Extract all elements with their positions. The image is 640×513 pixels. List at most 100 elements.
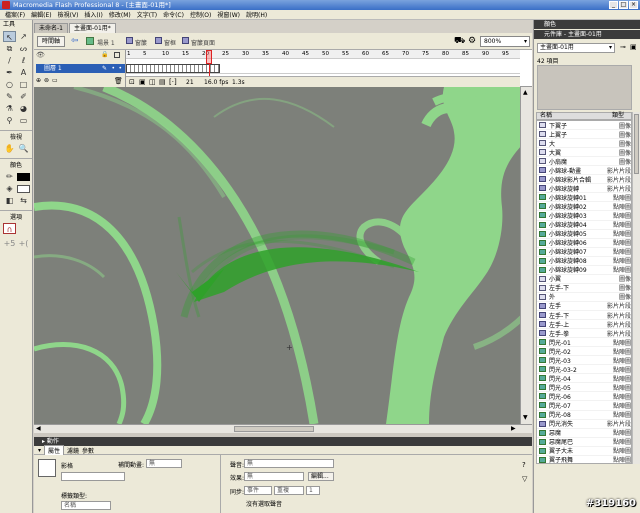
repeat-select[interactable]: 重複	[274, 486, 304, 495]
library-item[interactable]: 下翼子 圖像	[537, 121, 631, 131]
library-item[interactable]: 閃光-01 點陣圖	[537, 338, 631, 348]
lasso-tool-icon[interactable]: ℓ	[17, 55, 30, 66]
tab-parameters[interactable]: 參數	[82, 446, 94, 455]
library-item[interactable]: 惡魔尾巴 點陣圖	[537, 438, 631, 447]
delete-layer-icon[interactable]: 🗑	[114, 77, 123, 85]
scroll-left-icon[interactable]: ◀	[36, 425, 41, 432]
tween-select[interactable]: 無	[146, 459, 182, 468]
library-item[interactable]: 左手 影片片段	[537, 302, 631, 311]
tab-untitled-1[interactable]: 未命名-1	[34, 23, 68, 33]
swap-colors-icon[interactable]: ⇆	[17, 195, 30, 206]
library-item[interactable]: 小錦球旋轉 影片片段	[537, 184, 631, 194]
edit-scene-icon[interactable]: ⛟	[454, 36, 465, 47]
scroll-thumb[interactable]	[234, 426, 314, 432]
oval-tool-icon[interactable]: ○	[3, 79, 16, 90]
free-transform-tool-icon[interactable]: ⧉	[3, 43, 16, 54]
lasso-tool-icon[interactable]: ᔕ	[17, 43, 30, 54]
modify-markers-icon[interactable]: [·]	[169, 78, 177, 86]
library-item[interactable]: 閃光-03 點陣圖	[537, 356, 631, 366]
library-scroll-thumb[interactable]	[634, 114, 639, 174]
library-item[interactable]: 小錦球旋轉02 點陣圖	[537, 202, 631, 212]
library-item[interactable]: 翼子飛舞 點陣圖	[537, 456, 631, 463]
library-item[interactable]: 閃光-08 點陣圖	[537, 411, 631, 420]
menu-control[interactable]: 控制(O)	[187, 10, 214, 19]
library-item[interactable]: 小錦球旋轉07 點陣圖	[537, 248, 631, 257]
library-item[interactable]: 閃光-03-2 點陣圖	[537, 365, 631, 375]
minimize-button[interactable]: _	[609, 1, 618, 9]
library-item[interactable]: 小錦球旋轉05 點陣圖	[537, 230, 631, 239]
menu-insert[interactable]: 插入(I)	[81, 10, 105, 19]
close-button[interactable]: ×	[629, 1, 638, 9]
library-item[interactable]: 大 圖像	[537, 139, 631, 149]
stage-canvas[interactable]: +	[34, 87, 532, 424]
edit-sound-button[interactable]: 編輯...	[308, 472, 334, 481]
library-list[interactable]: 下翼子 圖像 上翼子 圖像大圖像 大翼 圖像 小扇魔 圖像 小錦球-動畫 影片片段 小錦球影片合輯影…	[536, 120, 632, 464]
library-item[interactable]: 外 圖像	[537, 293, 631, 302]
outline-icon[interactable]	[114, 52, 120, 58]
tab-main-scene[interactable]: 主畫面-01用*	[68, 23, 116, 33]
frame-name-input[interactable]	[61, 472, 125, 481]
library-item[interactable]: 左手-上 影片片段	[537, 320, 631, 330]
subselect-tool-icon[interactable]: ↗	[17, 31, 30, 42]
library-item[interactable]: 左手-下 影片片段	[537, 311, 631, 321]
scroll-right-icon[interactable]: ▶	[511, 425, 516, 432]
zoom-tool-icon[interactable]: 🔍	[17, 143, 30, 154]
library-scrollbar[interactable]	[632, 112, 640, 464]
library-col-type[interactable]: 類型	[612, 113, 624, 119]
new-library-icon[interactable]: ▣	[630, 43, 637, 51]
pen-tool-icon[interactable]: ✒	[3, 67, 16, 78]
library-item[interactable]: 閃光-02 點陣圖	[537, 347, 631, 357]
repeat-count-input[interactable]: 1	[306, 486, 320, 495]
default-colors-icon[interactable]: ◧	[3, 195, 16, 206]
library-item[interactable]: 小錦球旋轉06 點陣圖	[537, 239, 631, 248]
eye-icon[interactable]: 👁	[36, 51, 45, 59]
library-item[interactable]: 小錦球旋轉08 點陣圖	[537, 257, 631, 266]
maximize-button[interactable]: □	[619, 1, 628, 9]
menu-window[interactable]: 視窗(W)	[214, 10, 243, 19]
pencil-tool-icon[interactable]: ✎	[3, 91, 16, 102]
paint-bucket-tool-icon[interactable]: ◕	[17, 103, 30, 114]
layer-row[interactable]: 圖層 1 ✎ • •	[36, 64, 125, 73]
library-item[interactable]: 小錦球旋轉03 點陣圖	[537, 211, 631, 221]
effect-select[interactable]: 無	[244, 472, 304, 481]
edit-symbols-icon[interactable]: ⚙	[468, 36, 476, 46]
eraser-tool-icon[interactable]: ▭	[17, 115, 30, 126]
fill-color-icon[interactable]: ◈	[3, 183, 16, 194]
tab-filters[interactable]: 濾鏡	[67, 446, 79, 455]
frame-ruler[interactable]: 1 5 10 15 20 25 30 35 40 45 50 55 60 65 …	[126, 50, 520, 59]
collapse-arrow-icon[interactable]: ▾	[38, 447, 41, 454]
menu-commands[interactable]: 命令(C)	[160, 10, 187, 19]
library-item[interactable]: 小錦球-動畫 影片片段	[537, 166, 631, 176]
hand-tool-icon[interactable]: ✋	[3, 143, 16, 154]
library-item[interactable]: 閃光-04 點陣圖	[537, 374, 631, 384]
insert-layer-icon[interactable]: ⊕	[36, 77, 41, 84]
breadcrumb-symbol-2[interactable]: 窗框	[164, 38, 176, 47]
stroke-color-icon[interactable]: ✏	[3, 171, 16, 182]
insert-folder-icon[interactable]: ▭	[52, 77, 58, 84]
rectangle-tool-icon[interactable]: □	[17, 79, 30, 90]
help-icon[interactable]: ?	[522, 461, 526, 469]
menu-modify[interactable]: 修改(M)	[106, 10, 134, 19]
tab-properties[interactable]: 屬性	[44, 444, 65, 456]
library-item[interactable]: 翼子大未 點陣圖	[537, 447, 631, 456]
arrow-tool-icon[interactable]: ↖	[3, 31, 16, 42]
sound-select[interactable]: 無	[244, 459, 334, 468]
library-document-select[interactable]: 主畫面-01用 ▾	[537, 43, 615, 53]
library-item[interactable]: 閃光-06 點陣圖	[537, 392, 631, 402]
eyedropper-tool-icon[interactable]: ⚲	[3, 115, 16, 126]
menu-file[interactable]: 檔案(F)	[2, 10, 28, 19]
onion-outline-icon[interactable]: ◫	[149, 78, 156, 86]
fill-swatch[interactable]	[17, 185, 30, 193]
library-item[interactable]: 小扇魔 圖像	[537, 157, 631, 167]
add-guide-icon[interactable]: ⊚	[44, 77, 49, 84]
vertical-scrollbar[interactable]: ▲ ▼	[520, 87, 532, 424]
library-panel-header[interactable]: 元件庫 - 主畫面-01用	[534, 30, 640, 39]
library-item[interactable]: 惡魔 點陣圖	[537, 429, 631, 438]
library-item[interactable]: 左手-下 圖像	[537, 284, 631, 293]
library-col-name[interactable]: 名稱	[537, 113, 612, 119]
breadcrumb-symbol-3[interactable]: 窗簾頁面	[191, 38, 215, 47]
breadcrumb-scene[interactable]: 場景 1	[97, 38, 115, 47]
menu-view[interactable]: 檢視(V)	[55, 10, 82, 19]
library-item[interactable]: 閃光-05 點陣圖	[537, 383, 631, 393]
menu-help[interactable]: 說明(H)	[243, 10, 270, 19]
